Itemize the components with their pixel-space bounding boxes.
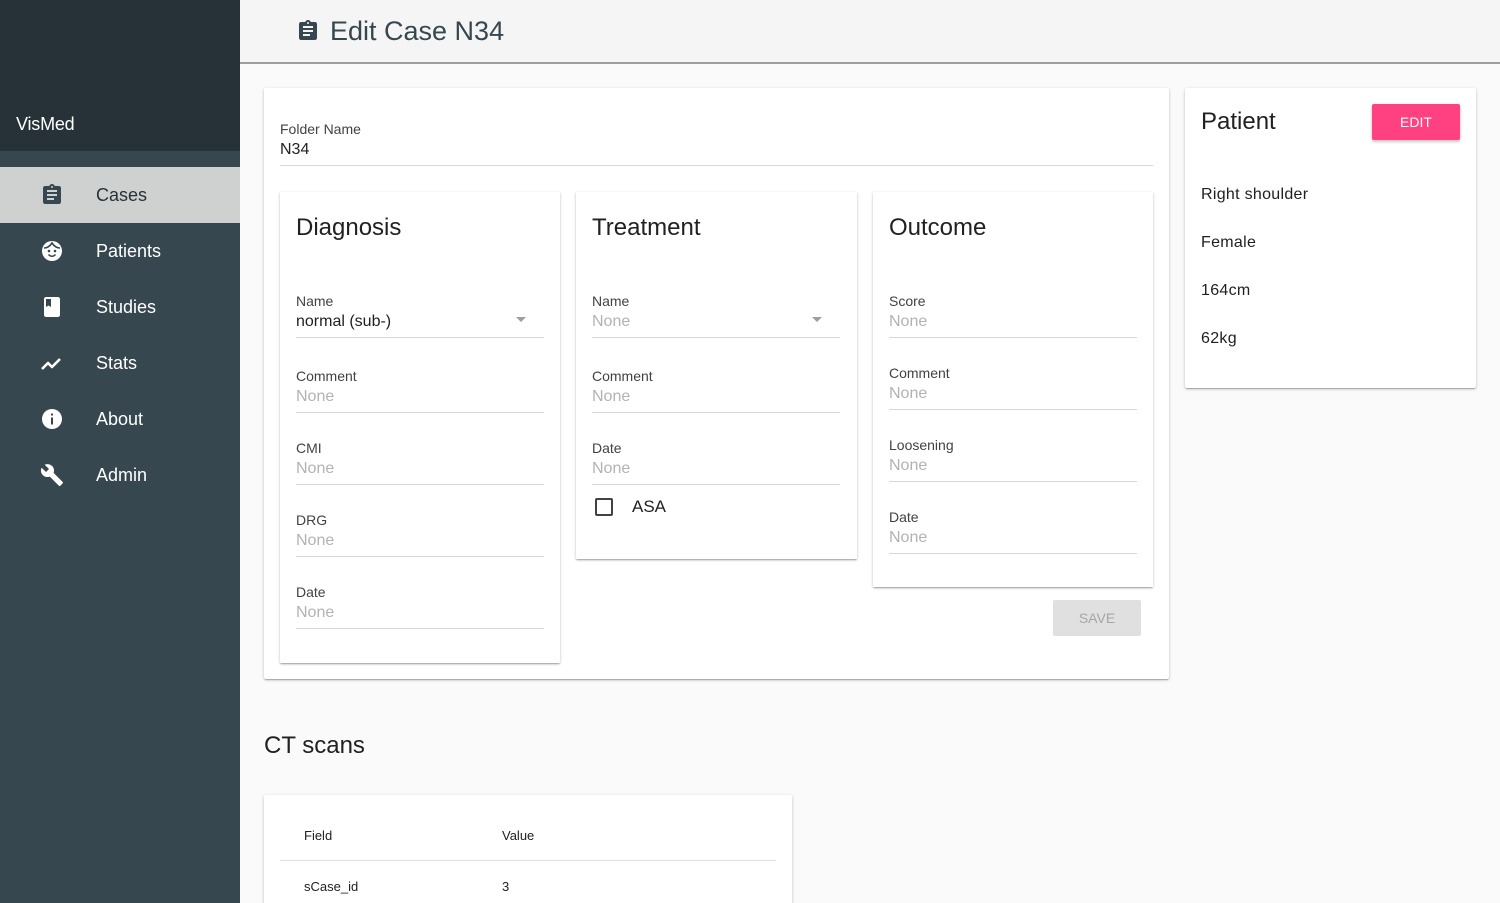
table-cell-value: 3: [502, 879, 510, 894]
treatment-date-label: Date: [592, 440, 622, 456]
outcome-card: Outcome Score None Comment None Loosenin…: [873, 192, 1153, 587]
table-cell-field: sCase_id: [304, 879, 359, 894]
folder-name-input[interactable]: N34: [280, 141, 1153, 166]
asa-checkbox[interactable]: [595, 498, 613, 516]
clipboard-icon: [43, 184, 61, 204]
chevron-down-icon[interactable]: [812, 317, 822, 322]
diagnosis-drg-field[interactable]: DRG None: [296, 512, 544, 557]
table-row: sCase_id 3: [280, 861, 776, 903]
treatment-title: Treatment: [592, 214, 701, 241]
sidebar-item-label: Cases: [96, 184, 148, 205]
diagnosis-cmi-input[interactable]: None: [296, 460, 544, 485]
diagnosis-drg-label: DRG: [296, 512, 328, 528]
outcome-score-field[interactable]: Score None: [889, 293, 1137, 338]
outcome-loosening-input[interactable]: None: [889, 457, 1137, 482]
diagnosis-comment-field[interactable]: Comment None: [296, 368, 544, 413]
chevron-down-icon[interactable]: [516, 317, 526, 322]
outcome-comment-input[interactable]: None: [889, 385, 1137, 410]
ct-scans-title: CT scans: [264, 732, 365, 759]
outcome-score-label: Score: [889, 293, 926, 309]
sidebar-item-studies[interactable]: Studies: [0, 279, 240, 335]
book-icon: [44, 297, 60, 317]
sidebar-header: VisMed: [0, 0, 240, 151]
diagnosis-drg-input[interactable]: None: [296, 532, 544, 557]
outcome-loosening-label: Loosening: [889, 437, 954, 453]
asa-label: ASA: [632, 497, 667, 516]
diagnosis-cmi-label: CMI: [296, 440, 322, 456]
outcome-loosening-field[interactable]: Loosening None: [889, 437, 1137, 482]
sidebar-item-admin[interactable]: Admin: [0, 447, 240, 503]
diagnosis-name-label: Name: [296, 293, 334, 309]
treatment-comment-input[interactable]: None: [592, 388, 840, 413]
outcome-date-input[interactable]: None: [889, 529, 1137, 554]
patient-height: 164cm: [1201, 282, 1251, 299]
diagnosis-date-label: Date: [296, 584, 326, 600]
column-header-value[interactable]: Value: [502, 828, 534, 843]
trending-icon: [41, 358, 61, 370]
sidebar-item-about[interactable]: About: [0, 391, 240, 447]
diagnosis-date-field[interactable]: Date None: [296, 584, 544, 629]
wrench-icon: [40, 464, 63, 486]
treatment-date-field[interactable]: Date None: [592, 440, 840, 485]
treatment-name-select[interactable]: Name None: [592, 293, 840, 338]
diagnosis-name-value[interactable]: normal (sub-): [296, 313, 544, 338]
diagnosis-comment-input[interactable]: None: [296, 388, 544, 413]
save-button[interactable]: SAVE: [1053, 600, 1141, 636]
info-icon: [42, 409, 62, 429]
ct-scans-card: Field Value sCase_id 3: [264, 795, 792, 903]
case-form-card: Folder Name N34 Diagnosis Name normal (s…: [264, 88, 1169, 679]
sidebar: VisMed Cases Patients Studies Stats Abou…: [0, 0, 240, 903]
sidebar-item-patients[interactable]: Patients: [0, 223, 240, 279]
diagnosis-title: Diagnosis: [296, 214, 402, 241]
treatment-comment-label: Comment: [592, 368, 653, 384]
face-icon: [42, 241, 62, 261]
sidebar-item-label: Patients: [96, 240, 162, 261]
edit-patient-button[interactable]: EDIT: [1372, 104, 1460, 140]
outcome-date-field[interactable]: Date None: [889, 509, 1137, 554]
patient-card: Patient EDIT Right shoulder Female 164cm…: [1185, 88, 1476, 388]
clipboard-icon: [299, 20, 317, 40]
sidebar-item-cases[interactable]: Cases: [0, 167, 240, 223]
diagnosis-date-input[interactable]: None: [296, 604, 544, 629]
outcome-date-label: Date: [889, 509, 919, 525]
folder-name-field[interactable]: Folder Name N34: [280, 121, 1153, 166]
treatment-name-value[interactable]: None: [592, 313, 840, 338]
outcome-comment-field[interactable]: Comment None: [889, 365, 1137, 410]
sidebar-nav: Cases Patients Studies Stats About Admin: [0, 167, 240, 503]
page-header: Edit Case N34: [240, 0, 1500, 64]
sidebar-item-label: Admin: [96, 464, 148, 485]
sidebar-item-stats[interactable]: Stats: [0, 335, 240, 391]
patient-title: Patient: [1201, 108, 1276, 135]
patient-sex: Female: [1201, 234, 1257, 251]
page-title: Edit Case N34: [330, 16, 505, 46]
outcome-score-input[interactable]: None: [889, 313, 1137, 338]
ct-scans-table: Field Value sCase_id 3: [280, 795, 776, 903]
diagnosis-card: Diagnosis Name normal (sub-) Comment Non…: [280, 192, 560, 663]
folder-name-label: Folder Name: [280, 121, 361, 137]
sidebar-item-label: About: [96, 408, 144, 429]
patient-weight: 62kg: [1201, 330, 1237, 347]
treatment-card: Treatment Name None Comment None Date No…: [576, 192, 857, 559]
treatment-date-input[interactable]: None: [592, 460, 840, 485]
patient-side: Right shoulder: [1201, 186, 1309, 203]
treatment-comment-field[interactable]: Comment None: [592, 368, 840, 413]
diagnosis-name-select[interactable]: Name normal (sub-): [296, 293, 544, 338]
sidebar-item-label: Studies: [96, 296, 157, 317]
treatment-name-label: Name: [592, 293, 630, 309]
diagnosis-cmi-field[interactable]: CMI None: [296, 440, 544, 485]
column-header-field[interactable]: Field: [304, 828, 332, 843]
outcome-comment-label: Comment: [889, 365, 950, 381]
app-brand: VisMed: [16, 114, 75, 134]
table-header-row: Field Value: [280, 795, 776, 861]
outcome-title: Outcome: [889, 214, 987, 241]
sidebar-item-label: Stats: [96, 352, 138, 373]
diagnosis-comment-label: Comment: [296, 368, 357, 384]
